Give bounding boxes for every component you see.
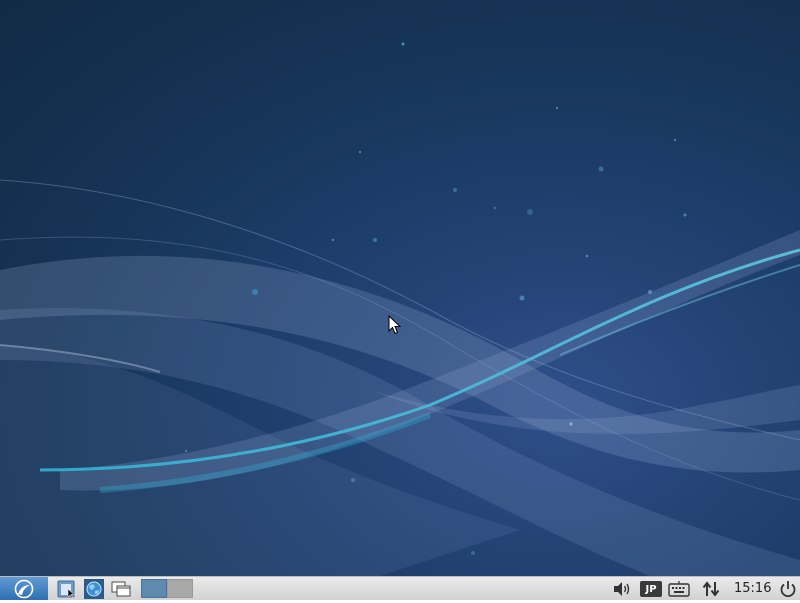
- power-button[interactable]: [778, 580, 798, 598]
- lubuntu-logo-icon: [14, 579, 34, 598]
- file-manager-icon: [57, 580, 75, 599]
- workspace-pager: [141, 579, 193, 598]
- power-icon: [780, 581, 796, 598]
- start-menu-button[interactable]: [0, 577, 48, 600]
- wallpaper-waves: [0, 42, 800, 576]
- onscreen-keyboard-button[interactable]: [668, 580, 690, 598]
- web-browser-launcher[interactable]: [83, 579, 105, 599]
- volume-control[interactable]: [612, 580, 632, 598]
- mouse-pointer-icon: [388, 315, 402, 335]
- file-manager-launcher[interactable]: [56, 579, 78, 599]
- keyboard-layout-indicator[interactable]: JP: [640, 580, 662, 598]
- clock[interactable]: 15:16: [734, 577, 771, 601]
- show-desktop-icon: [111, 581, 131, 597]
- show-desktop-button[interactable]: [110, 579, 132, 599]
- workspace-2[interactable]: [167, 579, 193, 598]
- taskbar: JP 15:16: [0, 576, 800, 600]
- web-browser-icon: [84, 579, 104, 599]
- network-indicator[interactable]: [701, 580, 721, 598]
- keyboard-layout-label: JP: [640, 581, 662, 597]
- network-arrows-icon: [702, 581, 720, 597]
- workspace-1[interactable]: [141, 579, 167, 598]
- keyboard-icon: [668, 581, 690, 597]
- desktop[interactable]: [0, 0, 800, 576]
- speaker-icon: [614, 582, 630, 596]
